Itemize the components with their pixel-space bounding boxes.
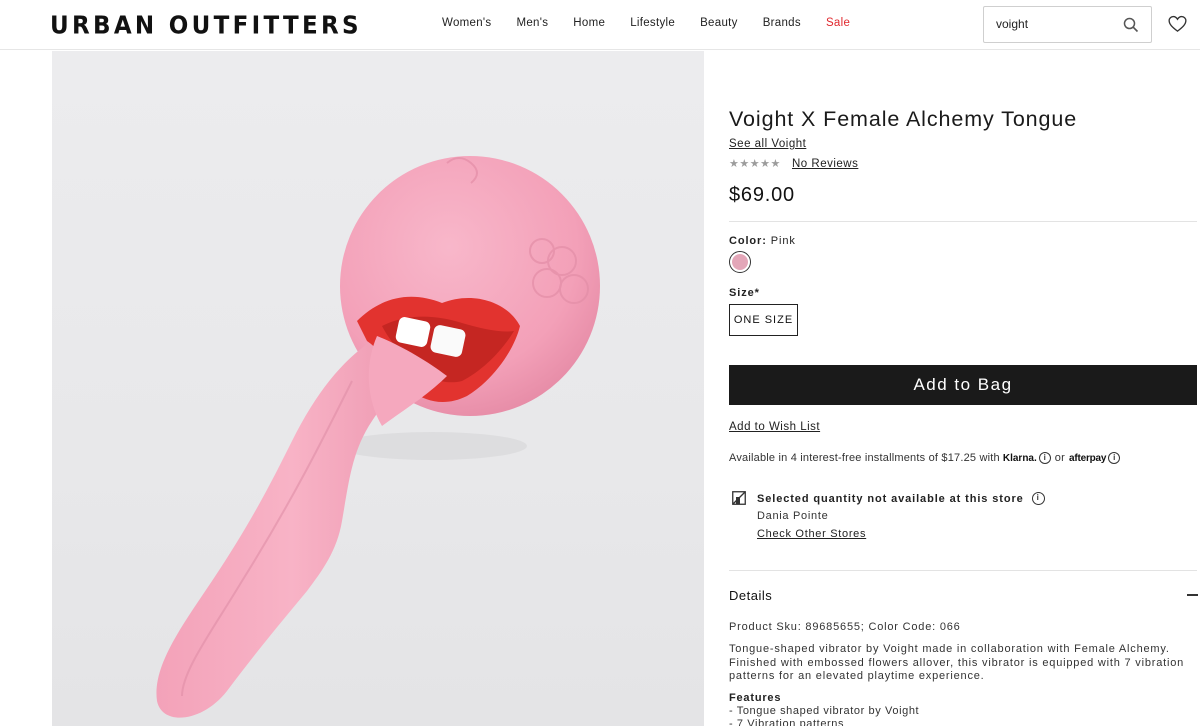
search-input[interactable] [996, 17, 1116, 31]
search-icon[interactable] [1123, 17, 1139, 33]
color-swatch-pink[interactable] [729, 251, 751, 273]
reviews-link[interactable]: No Reviews [792, 158, 858, 170]
store-icon [732, 491, 746, 505]
details-toggle[interactable]: Details [729, 588, 772, 603]
add-to-wishlist-link[interactable]: Add to Wish List [729, 421, 820, 433]
site-header: URBAN OUTFITTERS Women's Men's Home Life… [0, 0, 1200, 50]
feature-item: - 7 Vibration patterns [729, 718, 845, 726]
rating-stars[interactable]: ★ ★ ★ ★ ★ [729, 157, 781, 171]
star-icon: ★ [770, 158, 781, 170]
swatch-fill [732, 254, 748, 270]
or-text: or [1054, 452, 1065, 464]
size-label: Size* [729, 287, 760, 299]
product-illustration [156, 156, 600, 718]
size-option-one-size[interactable]: ONE SIZE [729, 304, 798, 336]
color-value: Pink [770, 235, 796, 247]
installments-text: Available in 4 interest-free installment… [729, 452, 1000, 464]
klarna-logo: Klarna. [1002, 452, 1037, 464]
divider [729, 570, 1197, 571]
collapse-minus-icon[interactable] [1187, 594, 1198, 596]
nav-home[interactable]: Home [573, 17, 605, 29]
star-icon: ★ [739, 158, 750, 170]
nav-lifestyle[interactable]: Lifestyle [630, 17, 675, 29]
store-info-icon[interactable]: i [1031, 492, 1045, 505]
heart-icon[interactable] [1168, 15, 1187, 33]
product-price: $69.00 [729, 184, 795, 206]
product-title: Voight X Female Alchemy Tongue [729, 107, 1078, 131]
size-label-row: Size* [729, 287, 760, 299]
features-heading: Features [729, 692, 782, 704]
installments-row: Available in 4 interest-free installment… [729, 452, 1121, 464]
check-other-stores-link[interactable]: Check Other Stores [757, 528, 866, 540]
nav-beauty[interactable]: Beauty [700, 17, 738, 29]
search-box [983, 6, 1152, 43]
store-availability: Selected quantity not available at this … [757, 492, 1045, 505]
nav-sale[interactable]: Sale [826, 17, 850, 29]
afterpay-logo: afterpay [1068, 452, 1107, 464]
store-status-text: Selected quantity not available at this … [757, 492, 1024, 505]
feature-item: - Tongue shaped vibrator by Voight [729, 705, 920, 717]
star-icon: ★ [729, 158, 739, 170]
klarna-info-icon[interactable]: i [1038, 452, 1051, 464]
afterpay-info-icon[interactable]: i [1108, 452, 1121, 464]
product-sku: Product Sku: 89685655; Color Code: 066 [729, 621, 961, 633]
color-label-row: Color: Pink [729, 235, 796, 247]
color-label: Color: [729, 235, 767, 247]
see-all-brand-link[interactable]: See all Voight [729, 138, 806, 150]
site-logo[interactable]: URBAN OUTFITTERS [50, 12, 362, 40]
store-name: Dania Pointe [757, 510, 829, 522]
nav-womens[interactable]: Women's [442, 17, 491, 29]
product-image[interactable] [52, 51, 704, 726]
star-icon: ★ [760, 158, 770, 170]
nav-brands[interactable]: Brands [763, 17, 801, 29]
nav-mens[interactable]: Men's [516, 17, 548, 29]
add-to-bag-button[interactable]: Add to Bag [729, 365, 1197, 405]
divider [729, 221, 1197, 222]
product-description: Tongue-shaped vibrator by Voight made in… [729, 643, 1185, 682]
main-nav: Women's Men's Home Lifestyle Beauty Bran… [442, 17, 875, 29]
star-icon: ★ [749, 158, 760, 170]
